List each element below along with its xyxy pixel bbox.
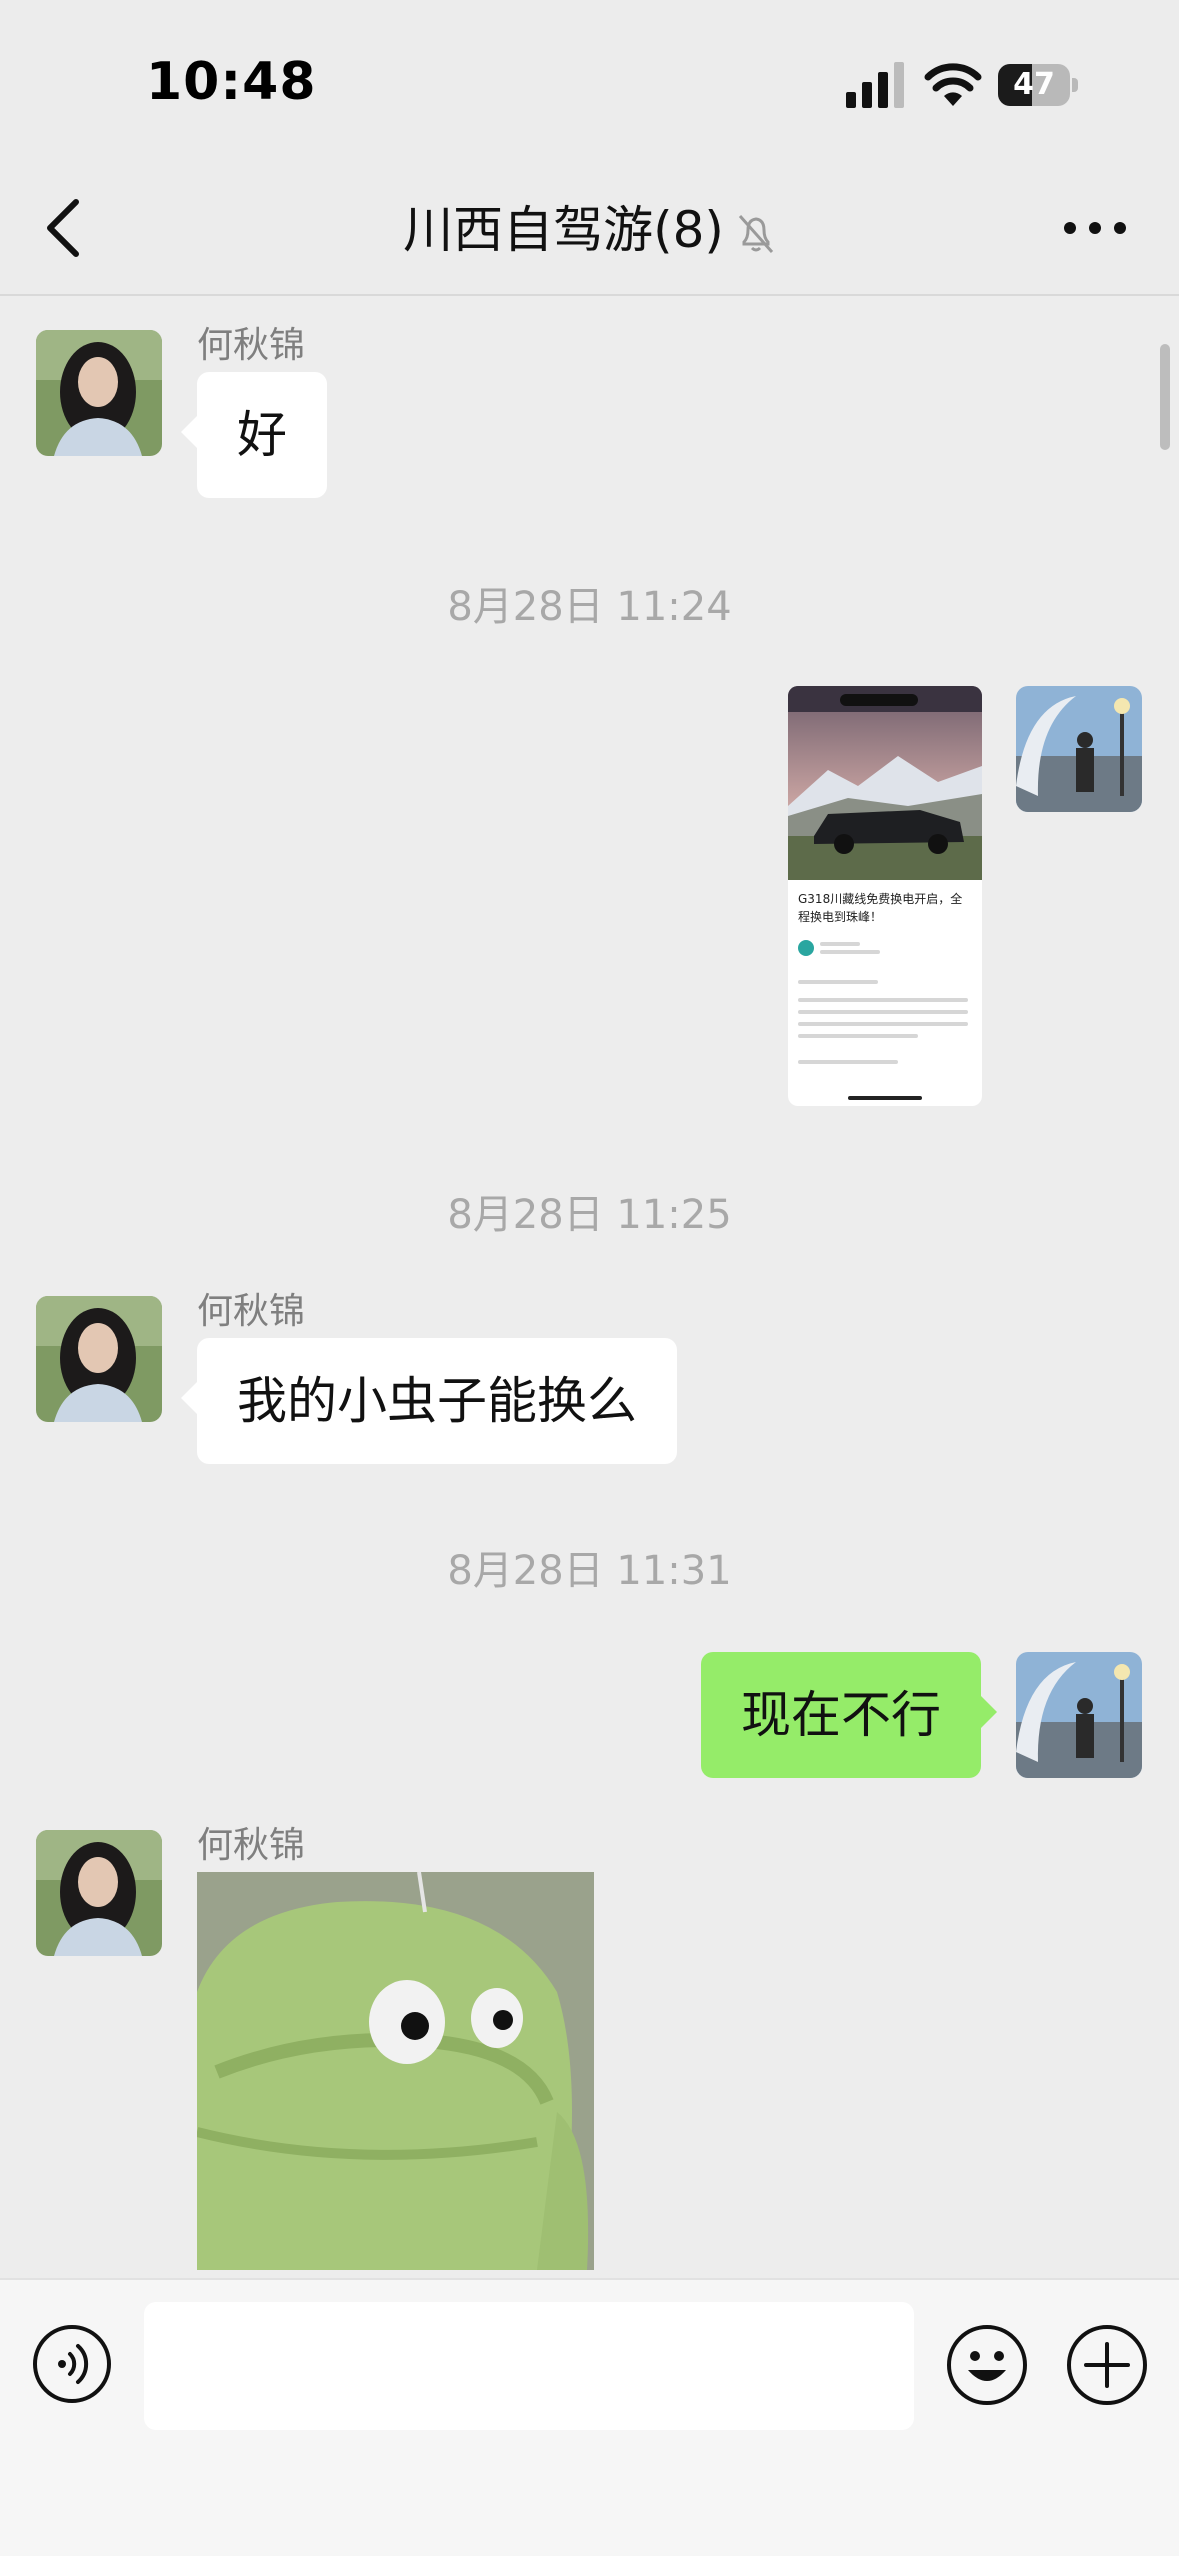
- voice-icon[interactable]: [32, 2324, 112, 2404]
- sender-name: 何秋锦: [197, 1291, 306, 1332]
- timestamp: 8月28日 11:31: [447, 1548, 732, 1594]
- scrollbar[interactable]: [1160, 344, 1170, 450]
- battery-percent: 47: [1013, 67, 1055, 102]
- input-bar: [0, 2278, 1179, 2556]
- bell-slash-icon: [738, 214, 774, 253]
- sticker-green-frog[interactable]: [197, 1872, 594, 2270]
- ellipsis-icon[interactable]: [1060, 218, 1130, 238]
- message-input[interactable]: [144, 2302, 914, 2430]
- shared-article-card[interactable]: G318川藏线免费换电开启，全程换电到珠峰！: [788, 686, 982, 1106]
- status-time: 10:48: [146, 52, 317, 112]
- message-bubble[interactable]: 我的小虫子能换么: [181, 1338, 677, 1464]
- cellular-signal-icon: [846, 62, 904, 108]
- message-bubble[interactable]: 现在不行: [701, 1652, 997, 1778]
- battery-indicator: 47: [998, 64, 1078, 106]
- avatar-he-qiujin[interactable]: [36, 330, 162, 456]
- avatar-he-qiujin[interactable]: [36, 1296, 162, 1422]
- avatar-he-qiujin[interactable]: [36, 1830, 162, 1956]
- sender-name: 何秋锦: [197, 325, 306, 366]
- sender-name: 何秋锦: [197, 1825, 306, 1866]
- avatar-me[interactable]: [1016, 686, 1142, 812]
- timestamp: 8月28日 11:25: [447, 1192, 732, 1238]
- status-bar: 10:48 47: [0, 0, 1179, 160]
- wifi-icon: [924, 63, 982, 106]
- chat-title: 川西自驾游(8): [0, 190, 1179, 262]
- group-name: 川西自驾游(8): [403, 201, 724, 259]
- avatar-me[interactable]: [1016, 1652, 1142, 1778]
- author-avatar: [798, 940, 814, 956]
- timestamp: 8月28日 11:24: [447, 584, 732, 630]
- card-title: G318川藏线免费换电开启，全程换电到珠峰！: [798, 892, 963, 924]
- message-bubble[interactable]: 好: [181, 372, 327, 498]
- plus-circle-icon[interactable]: [1066, 2324, 1148, 2406]
- chat-header: 川西自驾游(8): [0, 160, 1179, 296]
- article-thumbnail: [788, 686, 982, 880]
- smiley-icon[interactable]: [946, 2324, 1028, 2406]
- message-list[interactable]: 何秋锦 好 8月28日 11:24 G318川藏线免费换电开启，全程换电到珠峰！: [0, 296, 1179, 2278]
